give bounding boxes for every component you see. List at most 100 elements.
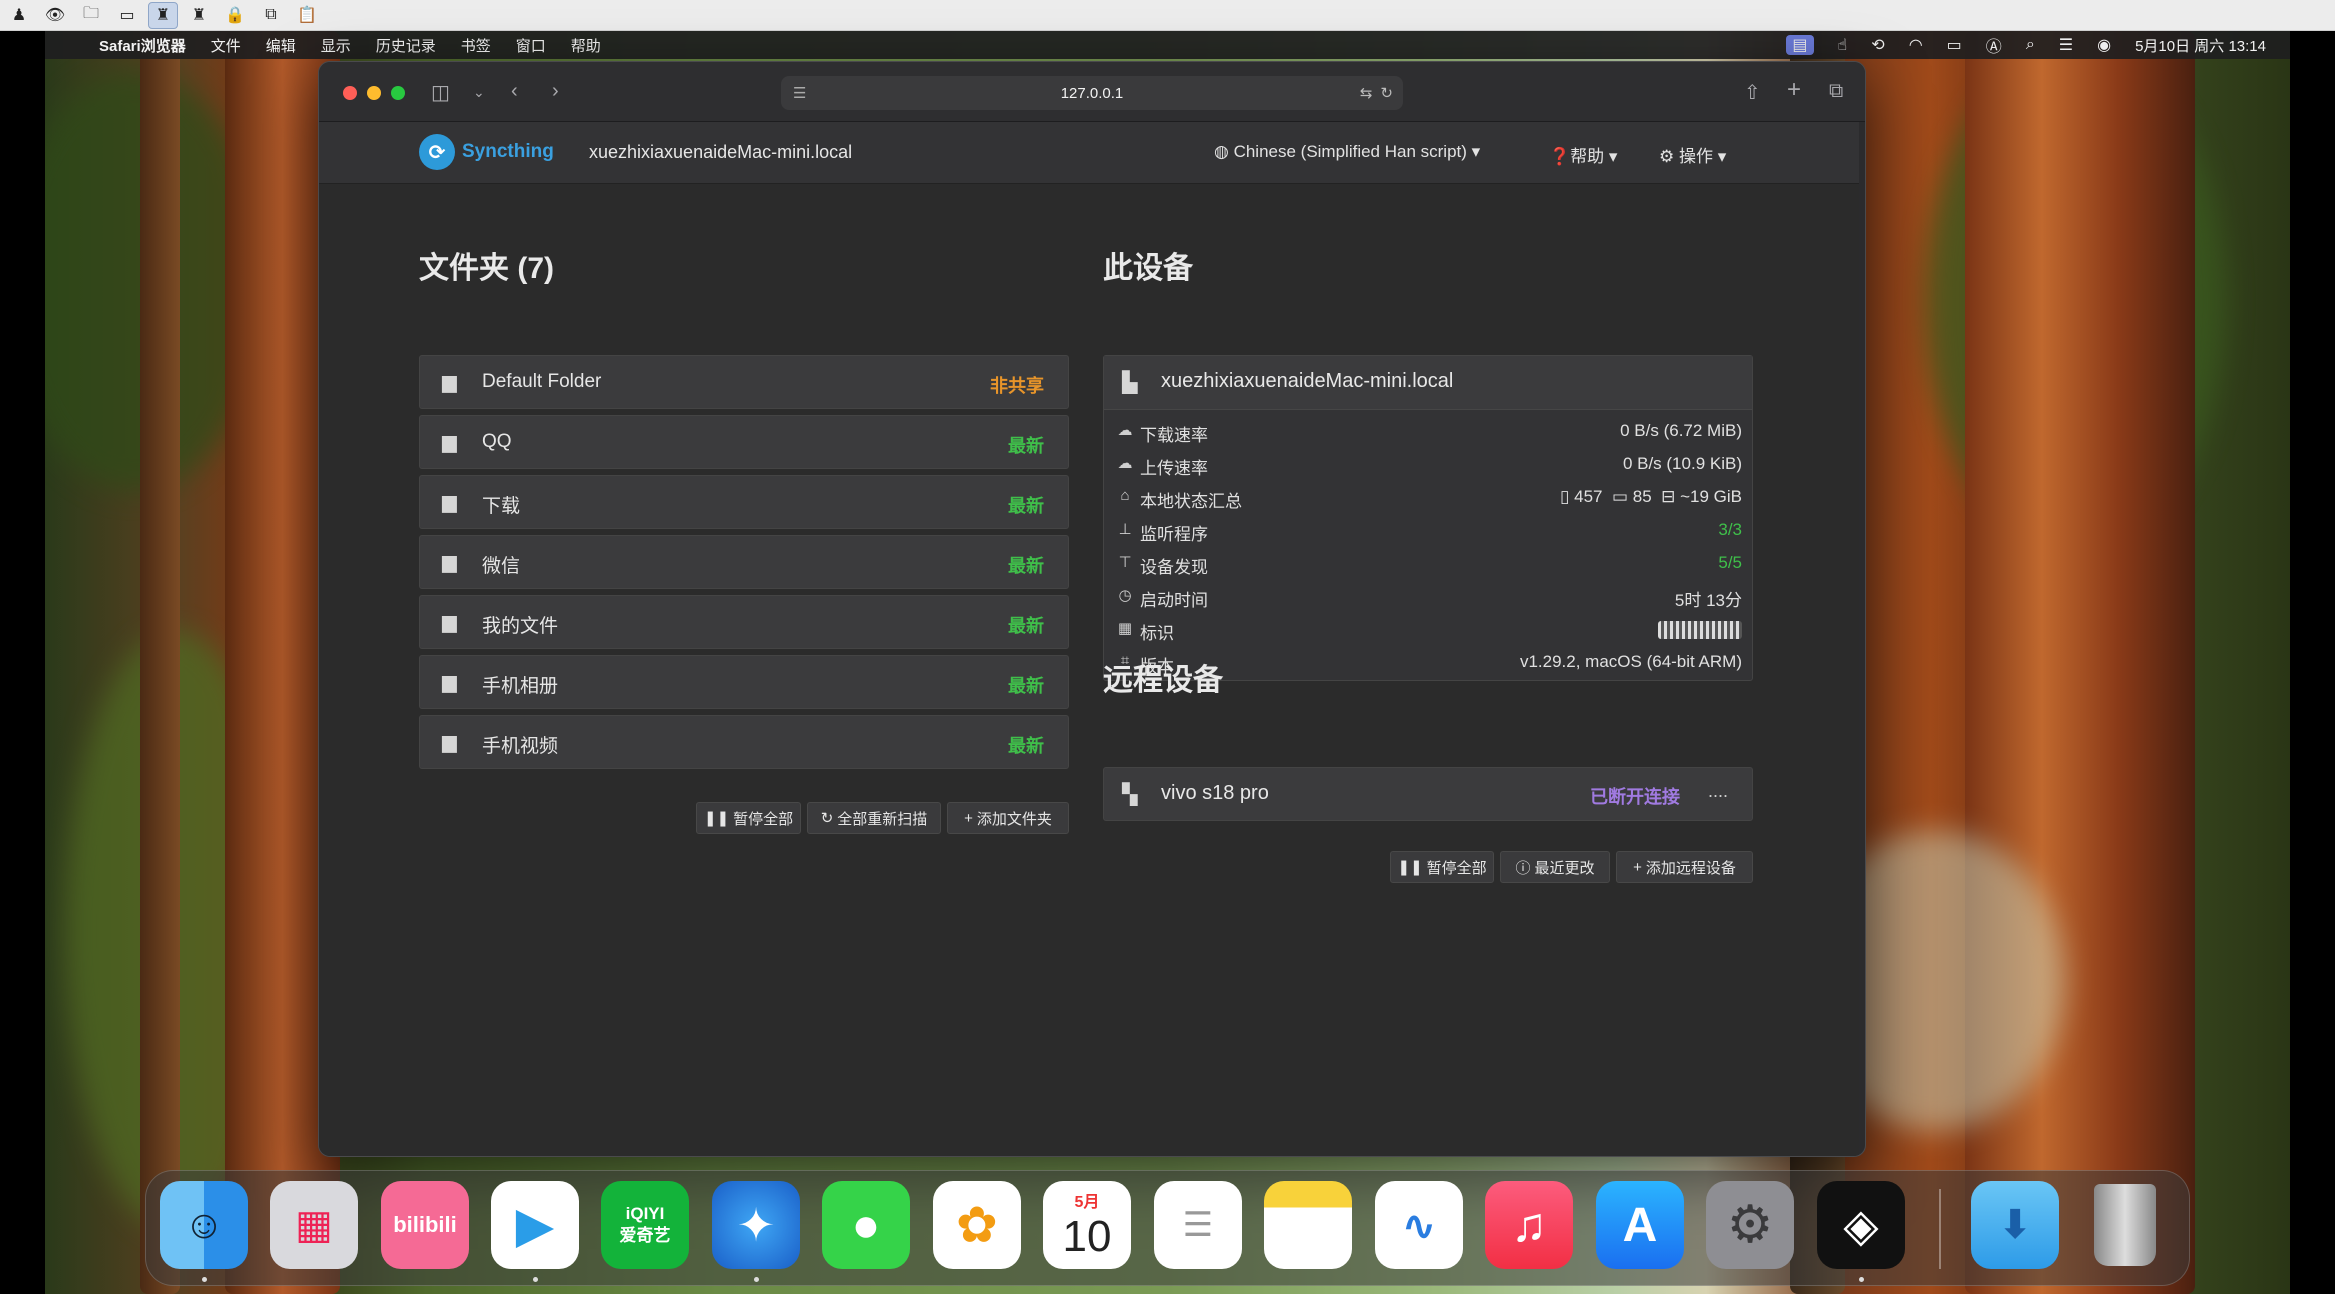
app-store-app-icon[interactable]: A	[1596, 1181, 1684, 1269]
reminders-app-icon[interactable]: ☰	[1154, 1181, 1242, 1269]
this-device-header[interactable]: ▙ xuezhixiaxuenaideMac-mini.local	[1104, 356, 1752, 410]
language-label: Chinese (Simplified Han script)	[1233, 142, 1467, 161]
menubar-clock[interactable]: 5月10日 周六 13:14	[2135, 35, 2266, 56]
info-icon: ⓘ	[1515, 859, 1531, 877]
help-label: 帮助	[1570, 147, 1605, 166]
folder-row[interactable]: ▆ 下载 最新	[419, 475, 1069, 529]
sidebar-icon[interactable]: ◫	[431, 80, 450, 105]
actions-menu[interactable]: ⚙ 操作 ▾	[1659, 142, 1726, 167]
row-value: 0 B/s (10.9 KiB)	[1622, 454, 1742, 473]
tab-overview-icon[interactable]: ⧉	[1829, 80, 1843, 103]
safari-toolbar: ◫ ⌄ ‹ › ☰ 127.0.0.1 ⇆ ↻ ⇧ + ⧉	[319, 62, 1865, 122]
bilibili-label: bilibili	[393, 1212, 457, 1237]
wifi-icon[interactable]: ◠	[1909, 35, 1923, 55]
question-icon: ❓	[1549, 147, 1571, 166]
copy-icon[interactable]: ⧉	[256, 2, 286, 29]
total-size: ~19 GiB	[1680, 487, 1742, 506]
page-menu-icon[interactable]: ☰	[793, 84, 806, 102]
screen-share-icon[interactable]: ▤	[1786, 35, 1814, 55]
clipboard-user-alt-icon[interactable]: ♜	[184, 2, 214, 29]
syncthing-navbar: ⟳ Syncthing xuezhixiaxuenaideMac-mini.lo…	[319, 122, 1859, 184]
add-folder-button[interactable]: + 添加文件夹	[947, 802, 1069, 834]
sync-status-icon[interactable]: ⟲	[1871, 35, 1884, 55]
folder-row[interactable]: ▆ 我的文件 最新	[419, 595, 1069, 649]
close-window-button[interactable]	[343, 86, 357, 100]
globe-icon: ◍	[1214, 142, 1234, 161]
folder-row[interactable]: ▆ 手机相册 最新	[419, 655, 1069, 709]
row-value[interactable]: 3/3	[1718, 520, 1742, 540]
remote-device-row[interactable]: ▚ vivo s18 pro 已断开连接 ....	[1103, 767, 1753, 821]
photos-app-icon[interactable]: ✿	[933, 1181, 1021, 1269]
control-center-icon[interactable]: ☰	[2059, 35, 2073, 55]
new-tab-icon[interactable]: +	[1787, 76, 1801, 104]
launchpad-app-icon[interactable]: ▦	[270, 1181, 358, 1269]
translate-icon[interactable]: ⇆	[1360, 84, 1373, 102]
forward-icon[interactable]: ›	[552, 80, 559, 103]
menu-bookmarks[interactable]: 书签	[461, 35, 491, 56]
host-toolbar: ♟ 👁 🗀 ▭ ♜ ♜ 🔒 ⧉ 📋	[0, 0, 2335, 31]
menu-edit[interactable]: 编辑	[266, 35, 296, 56]
share-icon[interactable]: ⇧	[1744, 80, 1761, 105]
folder-row[interactable]: ▆ 手机视频 最新	[419, 715, 1069, 769]
reload-icon[interactable]: ↻	[1380, 84, 1393, 102]
player-app-icon[interactable]: ▶	[491, 1181, 579, 1269]
battery-icon[interactable]: ▭	[1947, 35, 1962, 55]
back-icon[interactable]: ‹	[511, 80, 518, 103]
clock-icon: ◷	[1118, 587, 1132, 604]
freeform-app-icon[interactable]: ∿	[1375, 1181, 1463, 1269]
folder-row[interactable]: ▆ 微信 最新	[419, 535, 1069, 589]
brand-name[interactable]: Syncthing	[462, 141, 554, 163]
folder-row[interactable]: ▆ Default Folder 非共享	[419, 355, 1069, 409]
language-menu[interactable]: ◍ Chinese (Simplified Han script) ▾	[1214, 142, 1480, 162]
user-icon[interactable]: ♟	[4, 2, 34, 29]
music-app-icon[interactable]: ♫	[1485, 1181, 1573, 1269]
trash-icon[interactable]	[2081, 1181, 2169, 1269]
clipboard-user-icon[interactable]: ♜	[148, 1, 178, 29]
device-id-qr-image[interactable]	[1658, 621, 1742, 639]
recent-changes-button[interactable]: ⓘ 最近更改	[1500, 851, 1610, 883]
messages-app-icon[interactable]: ●	[822, 1181, 910, 1269]
menu-file[interactable]: 文件	[211, 35, 241, 56]
menu-view[interactable]: 显示	[321, 35, 351, 56]
pause-all-devices-button[interactable]: ❚❚ 暂停全部	[1390, 851, 1494, 883]
finder-app-icon[interactable]: ☺	[160, 1181, 248, 1269]
folder-open-icon[interactable]: 🗀	[76, 2, 106, 29]
row-label: 设备发现	[1140, 558, 1208, 577]
lock-icon[interactable]: 🔒	[220, 2, 250, 29]
url-text[interactable]: 127.0.0.1	[1061, 85, 1124, 102]
menu-help[interactable]: 帮助	[571, 35, 601, 56]
menu-app-name[interactable]: Safari浏览器	[99, 35, 186, 56]
rescan-all-button[interactable]: ↻ 全部重新扫描	[807, 802, 941, 834]
calendar-app-icon[interactable]: 5月 10	[1043, 1181, 1131, 1269]
input-method-icon[interactable]: Ⓐ	[1986, 33, 2002, 57]
help-menu[interactable]: ❓帮助 ▾	[1549, 142, 1617, 167]
chevron-down-icon[interactable]: ⌄	[473, 84, 485, 101]
folder-name: QQ	[482, 431, 512, 452]
address-bar[interactable]: ☰ 127.0.0.1 ⇆ ↻	[781, 76, 1403, 110]
eye-icon[interactable]: 👁	[40, 2, 70, 29]
zoom-window-button[interactable]	[391, 86, 405, 100]
notes-app-icon[interactable]	[1264, 1181, 1352, 1269]
downloads-folder-icon[interactable]: ⬇	[1971, 1181, 2059, 1269]
iqiyi-app-icon[interactable]: iQIYI 爱奇艺	[601, 1181, 689, 1269]
bilibili-app-icon[interactable]: bilibili	[381, 1181, 469, 1269]
file-icon: ▯	[1560, 487, 1570, 506]
siri-icon[interactable]: ◉	[2097, 35, 2111, 55]
add-remote-device-button[interactable]: + 添加远程设备	[1616, 851, 1753, 883]
row-value[interactable]: 5/5	[1718, 553, 1742, 573]
paste-icon[interactable]: 📋	[292, 2, 322, 29]
menu-window[interactable]: 窗口	[516, 35, 546, 56]
window-icon[interactable]: ▭	[112, 2, 142, 29]
safari-app-icon[interactable]: ✦	[712, 1181, 800, 1269]
hand-icon[interactable]: ☝	[1838, 35, 1848, 55]
syncthing-dock-app-icon[interactable]: ◈	[1817, 1181, 1905, 1269]
pause-all-folders-button[interactable]: ❚❚ 暂停全部	[696, 802, 801, 834]
folder-row[interactable]: ▆ QQ 最新	[419, 415, 1069, 469]
minimize-window-button[interactable]	[367, 86, 381, 100]
plus-icon: +	[964, 809, 973, 827]
spotlight-search-icon[interactable]: ⌕	[2026, 36, 2035, 54]
menu-history[interactable]: 历史记录	[376, 35, 436, 56]
syncthing-logo-icon[interactable]: ⟳	[419, 134, 455, 170]
safari-window: ◫ ⌄ ‹ › ☰ 127.0.0.1 ⇆ ↻ ⇧ + ⧉ ⟳ Syncthin…	[318, 61, 1866, 1157]
system-settings-app-icon[interactable]: ⚙	[1706, 1181, 1794, 1269]
